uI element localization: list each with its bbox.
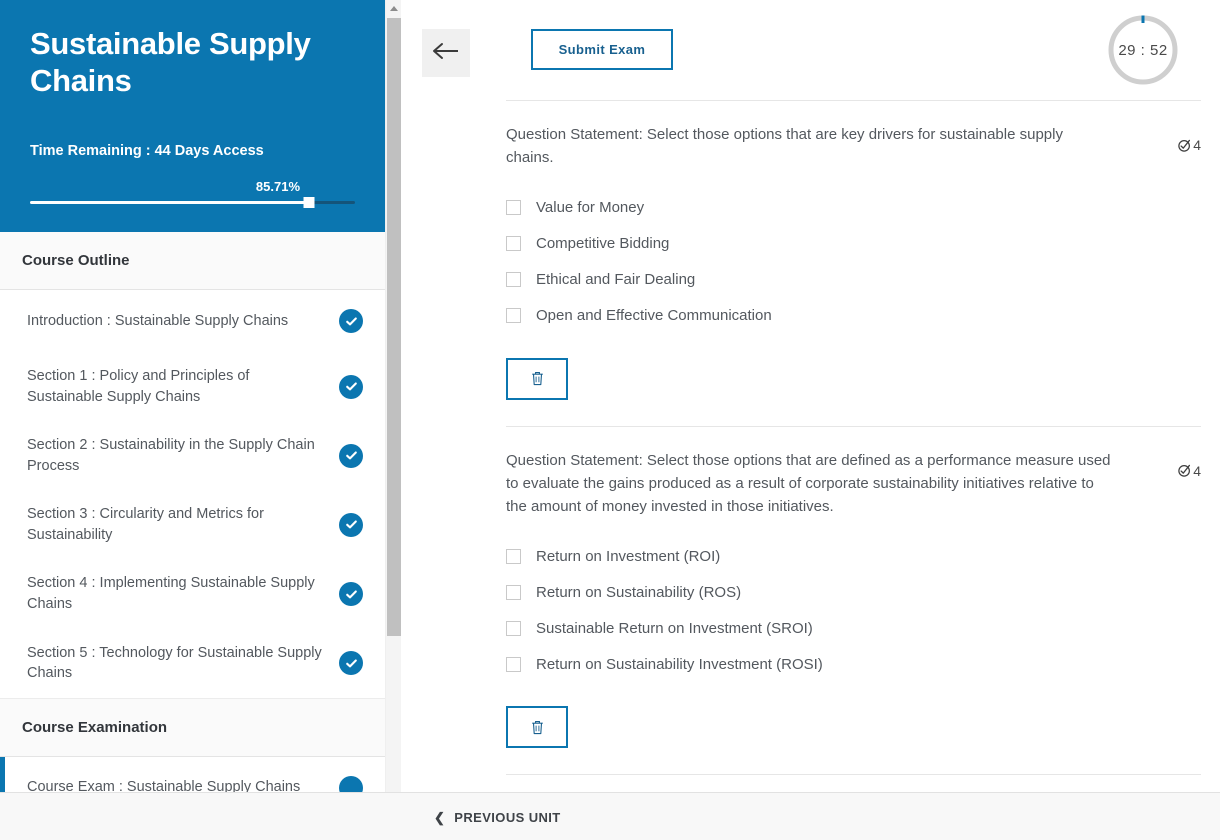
- check-icon: [345, 451, 357, 460]
- max-selections-badge: 4: [1177, 463, 1201, 479]
- clear-answer-button[interactable]: [506, 357, 568, 400]
- status-complete-icon: [339, 309, 363, 333]
- exam-footer: ❮ PREVIOUS UNIT: [0, 792, 1220, 840]
- status-complete-icon: [339, 443, 363, 468]
- question-header-row: Question Statement: Select those options…: [506, 427, 1219, 519]
- exam-questions-scroll-area[interactable]: Question Statement: Select those options…: [402, 100, 1220, 792]
- chevron-left-icon: ❮: [434, 809, 446, 825]
- option-label: Sustainable Return on Investment (SROI): [536, 619, 813, 637]
- option-checkbox[interactable]: [506, 200, 521, 215]
- status-complete-icon: [339, 374, 363, 399]
- option-checkbox[interactable]: [506, 620, 521, 636]
- checkmark-circle-icon: [1178, 464, 1191, 477]
- question-block: Question Statement: Select those options…: [403, 427, 1219, 749]
- clear-answer-button[interactable]: [506, 706, 568, 749]
- option-row[interactable]: Return on Investment (ROI): [506, 538, 1219, 574]
- exam-page: Sustainable Supply Chains Time Remaining…: [0, 0, 1220, 840]
- max-selections-badge: 4: [1177, 137, 1201, 153]
- submit-exam-button[interactable]: Submit Exam: [531, 29, 673, 70]
- option-row[interactable]: Return on Sustainability Investment (ROS…: [506, 646, 1219, 682]
- question-statement: Question Statement: Select those options…: [506, 126, 1063, 167]
- check-icon: [345, 589, 357, 598]
- checkmark-circle-icon: [1178, 139, 1191, 152]
- exam-questions-list: Question Statement: Select those options…: [402, 100, 1220, 792]
- outline-list-item[interactable]: Section 2 : Sustainability in the Supply…: [0, 421, 385, 491]
- question-statement: Question Statement: Select those stateme…: [506, 775, 1129, 792]
- timer-text: 29 : 52: [1118, 41, 1168, 59]
- max-selections-count: 4: [1193, 462, 1201, 479]
- outline-list-item[interactable]: Section 1 : Policy and Principles of Sus…: [0, 352, 385, 422]
- previous-unit-button[interactable]: ❮ PREVIOUS UNIT: [434, 793, 561, 840]
- outline-list-item[interactable]: Section 3 : Circularity and Metrics for …: [0, 490, 385, 560]
- question-block: Question Statement: Select those stateme…: [403, 775, 1219, 792]
- course-outline-heading: Course Outline: [0, 232, 385, 290]
- status-complete-icon: [339, 582, 363, 607]
- question-options: Return on Investment (ROI) Return on Sust…: [506, 538, 1219, 682]
- outline-list-item[interactable]: Introduction : Sustainable Supply Chains: [0, 290, 385, 352]
- question-block: Question Statement: Select those options…: [403, 101, 1219, 400]
- option-checkbox[interactable]: [506, 236, 521, 251]
- exam-toolbar: Submit Exam 29 : 52: [402, 0, 1220, 100]
- option-row[interactable]: Ethical and Fair Dealing: [506, 262, 1219, 298]
- check-icon: [345, 382, 357, 391]
- outline-item-label: Section 4 : Implementing Sustainable Sup…: [27, 575, 315, 613]
- option-label: Ethical and Fair Dealing: [536, 271, 696, 288]
- option-row[interactable]: Competitive Bidding: [506, 226, 1219, 262]
- outline-item-label: Section 1 : Policy and Principles of Sus…: [27, 368, 250, 405]
- option-label: Return on Investment (ROI): [536, 547, 721, 565]
- option-label: Return on Sustainability (ROS): [536, 583, 742, 601]
- status-complete-icon: [339, 651, 363, 676]
- outline-item-label: Section 3 : Circularity and Metrics for …: [27, 506, 264, 543]
- status-complete-icon: [339, 512, 363, 537]
- sidebar-scrollbar[interactable]: [385, 0, 401, 840]
- course-progress: 85.71%: [30, 179, 355, 208]
- progress-percent-label: 85.71%: [255, 179, 300, 194]
- option-label: Open and Effective Communication: [536, 307, 772, 324]
- option-label: Return on Sustainability Investment (ROS…: [536, 655, 823, 673]
- option-checkbox[interactable]: [506, 272, 521, 287]
- option-checkbox[interactable]: [506, 548, 521, 564]
- option-label: Competitive Bidding: [536, 235, 670, 252]
- max-selections-count: 4: [1193, 137, 1201, 153]
- previous-unit-label: PREVIOUS UNIT: [454, 809, 561, 825]
- outline-list-item[interactable]: Section 4 : Implementing Sustainable Sup…: [0, 559, 385, 629]
- exam-timer: 29 : 52: [1106, 13, 1180, 87]
- course-examination-heading: Course Examination: [0, 698, 385, 757]
- course-outline-list: Introduction : Sustainable Supply Chains…: [0, 290, 385, 698]
- progress-fill: [30, 201, 309, 204]
- outline-item-label: Introduction : Sustainable Supply Chains: [27, 312, 289, 329]
- option-row[interactable]: Open and Effective Communication: [506, 298, 1219, 334]
- course-header: Sustainable Supply Chains Time Remaining…: [0, 0, 385, 232]
- option-row[interactable]: Value for Money: [506, 190, 1219, 226]
- course-sidebar: Sustainable Supply Chains Time Remaining…: [0, 0, 385, 840]
- trash-icon: [531, 372, 543, 386]
- progress-track[interactable]: [30, 197, 355, 208]
- progress-thumb[interactable]: [303, 197, 315, 208]
- outline-list-item[interactable]: Section 5 : Technology for Sustainable S…: [0, 628, 385, 698]
- option-checkbox[interactable]: [506, 656, 521, 672]
- question-options: Value for Money Competitive Bidding Ethica…: [506, 190, 1219, 334]
- outline-item-label: Section 5 : Technology for Sustainable S…: [27, 644, 322, 682]
- option-row[interactable]: Sustainable Return on Investment (SROI): [506, 610, 1219, 646]
- outline-item-label: Section 2 : Sustainability in the Supply…: [27, 437, 315, 474]
- option-checkbox[interactable]: [506, 308, 521, 323]
- option-checkbox[interactable]: [506, 584, 521, 600]
- time-remaining-label: Time Remaining : 44 Days Access: [30, 143, 264, 160]
- check-icon: [345, 520, 357, 529]
- scroll-up-arrow-icon[interactable]: [386, 0, 402, 16]
- back-button[interactable]: [422, 29, 470, 77]
- exam-main-panel: Submit Exam 29 : 52 Question Statement: …: [402, 0, 1220, 840]
- trash-icon: [531, 720, 543, 734]
- check-icon: [345, 316, 357, 325]
- question-statement: Question Statement: Select those options…: [506, 451, 1111, 516]
- question-header-row: Question Statement: Select those options…: [506, 101, 1219, 170]
- course-title: Sustainable Supply Chains: [30, 26, 311, 98]
- question-header-row: Question Statement: Select those stateme…: [506, 775, 1219, 792]
- option-label: Value for Money: [536, 199, 645, 216]
- sidebar-scrollbar-thumb[interactable]: [387, 18, 401, 636]
- check-icon: [345, 659, 357, 668]
- option-row[interactable]: Return on Sustainability (ROS): [506, 574, 1219, 610]
- arrow-left-icon: [432, 41, 460, 66]
